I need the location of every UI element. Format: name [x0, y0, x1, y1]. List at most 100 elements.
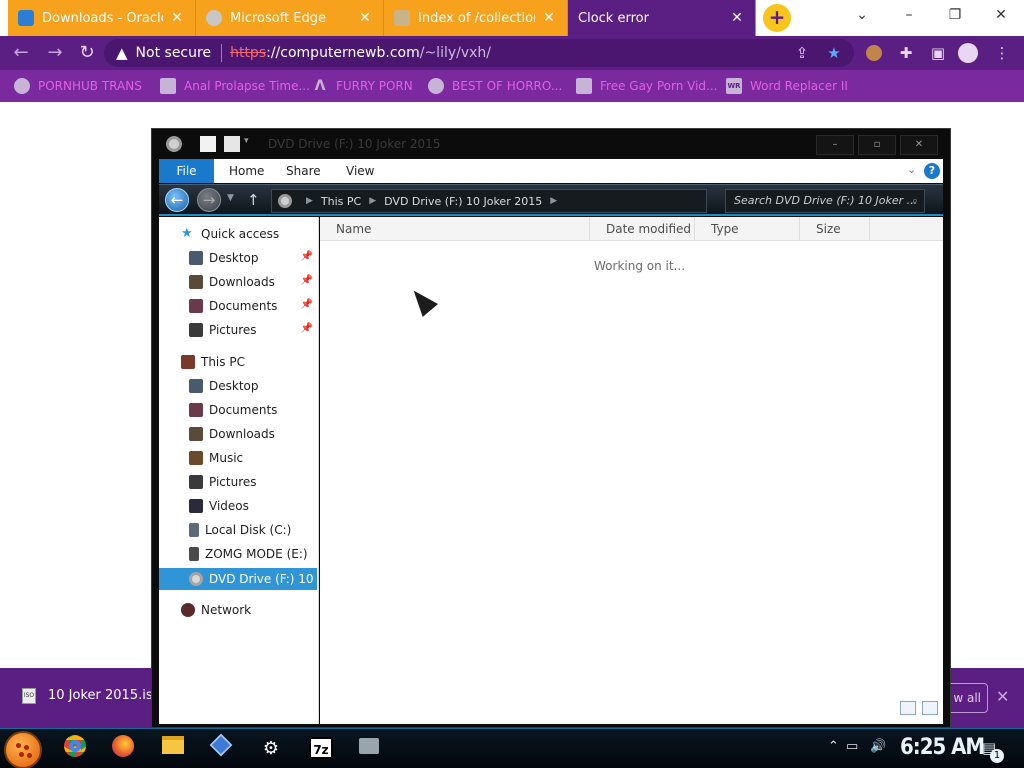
maximize-button[interactable]: ▫: [858, 135, 896, 155]
close-window-icon[interactable]: ✕: [979, 0, 1023, 30]
close-tab-icon[interactable]: ✕: [169, 10, 185, 26]
restore-icon[interactable]: ❐: [933, 0, 977, 30]
tab-file[interactable]: File: [159, 159, 214, 183]
tab-share[interactable]: Share: [286, 159, 321, 183]
close-tab-icon[interactable]: ✕: [541, 10, 557, 26]
breadcrumb-dvd-drive[interactable]: DVD Drive (F:) 10 Joker 2015: [384, 195, 542, 208]
nav-quick-pictures[interactable]: Pictures 📌: [159, 319, 317, 341]
breadcrumb-arrow-icon[interactable]: ▶: [369, 196, 376, 206]
customize-qat-chevron-icon[interactable]: ▾: [244, 136, 260, 152]
nav-quick-desktop[interactable]: Desktop 📌: [159, 247, 317, 269]
close-shelf-icon[interactable]: ✕: [996, 687, 1009, 706]
bookmark-star-icon[interactable]: ★: [824, 43, 844, 63]
volume-icon[interactable]: 🔊: [870, 739, 886, 754]
nav-this-pc[interactable]: This PC: [159, 351, 317, 373]
nav-quick-downloads[interactable]: Downloads 📌: [159, 271, 317, 293]
pin-icon[interactable]: 📌: [301, 323, 313, 334]
pin-icon[interactable]: 📌: [301, 299, 313, 310]
share-icon[interactable]: ⇪: [792, 43, 812, 63]
forward-arrow-icon[interactable]: →: [42, 40, 68, 66]
nav-pc-local-disk[interactable]: Local Disk (C:): [159, 519, 317, 541]
navigation-pane: ★ Quick access Desktop 📌 Downloads 📌 Doc…: [159, 217, 319, 724]
side-panel-icon[interactable]: ▣: [928, 43, 948, 63]
virtualbox-icon[interactable]: [206, 733, 236, 763]
tab-index-of-collection[interactable]: Index of /collection/ ✕: [384, 0, 568, 36]
breadcrumb-arrow-icon[interactable]: ▶: [550, 196, 557, 206]
network-status-icon[interactable]: ▭: [846, 739, 858, 754]
new-folder-icon[interactable]: [224, 136, 240, 152]
tab-microsoft-edge[interactable]: Microsoft Edge ✕: [196, 0, 384, 36]
7zip-icon[interactable]: 7z: [306, 735, 336, 763]
minimize-button[interactable]: –: [816, 135, 854, 155]
warning-triangle-icon[interactable]: ▲: [116, 44, 128, 62]
nav-pc-desktop[interactable]: Desktop: [159, 375, 317, 397]
nav-pc-music[interactable]: Music: [159, 447, 317, 469]
bookmark-item[interactable]: Λ FURRY PORN: [312, 77, 413, 95]
download-file-name[interactable]: 10 Joker 2015.iso: [48, 688, 161, 703]
nav-network[interactable]: Network: [159, 599, 317, 621]
pin-icon[interactable]: 📌: [301, 251, 313, 262]
menu-dots-icon[interactable]: ⋮: [992, 43, 1012, 63]
profile-icon[interactable]: [958, 43, 978, 63]
firefox-icon[interactable]: [108, 735, 138, 763]
column-header-type[interactable]: Type: [695, 217, 800, 241]
column-header-date-modified[interactable]: Date modified: [590, 217, 695, 241]
nav-quick-access[interactable]: ★ Quick access: [159, 223, 317, 245]
nav-quick-documents[interactable]: Documents 📌: [159, 295, 317, 317]
breadcrumb-this-pc[interactable]: This PC: [321, 195, 361, 208]
nav-pc-dvd-drive[interactable]: DVD Drive (F:) 10: [159, 568, 317, 590]
security-status[interactable]: Not secure: [136, 45, 212, 61]
tab-clock-error[interactable]: Clock error ✕: [568, 0, 756, 36]
bookmark-item[interactable]: BEST OF HORRO...: [428, 77, 562, 95]
breadcrumb-arrow-icon[interactable]: ▶: [306, 196, 313, 206]
nav-label: Pictures: [209, 323, 257, 337]
column-header-name[interactable]: Name: [320, 217, 590, 241]
nav-pc-videos[interactable]: Videos: [159, 495, 317, 517]
tab-view[interactable]: View: [346, 159, 374, 183]
chrome-icon[interactable]: [60, 735, 90, 763]
close-tab-icon[interactable]: ✕: [729, 10, 745, 26]
pin-icon[interactable]: 📌: [301, 275, 313, 286]
close-tab-icon[interactable]: ✕: [357, 10, 373, 26]
tab-downloads-oracle[interactable]: Downloads - Oracle VM ✕: [8, 0, 196, 36]
file-explorer-icon[interactable]: [158, 735, 188, 763]
forward-button-icon[interactable]: →: [197, 188, 221, 212]
back-arrow-icon[interactable]: ←: [8, 40, 34, 66]
bookmark-item[interactable]: Anal Prolapse Time...: [160, 77, 310, 95]
search-input[interactable]: Search DVD Drive (F:) 10 Joker ... ⌕: [725, 189, 925, 213]
expand-ribbon-chevron-icon[interactable]: ⌄: [907, 163, 916, 176]
nav-pc-pictures[interactable]: Pictures: [159, 471, 317, 493]
start-button[interactable]: [4, 731, 42, 768]
nav-pc-zomg-mode[interactable]: ZOMG MODE (E:): [159, 543, 317, 565]
url-scheme: https: [230, 45, 267, 61]
up-arrow-icon[interactable]: ↑: [247, 191, 260, 209]
reload-icon[interactable]: ↻: [74, 40, 100, 66]
new-tab-button[interactable]: +: [763, 4, 791, 32]
close-button[interactable]: ✕: [900, 135, 938, 155]
breadcrumb[interactable]: ▶ This PC ▶ DVD Drive (F:) 10 Joker 2015…: [271, 189, 707, 213]
address-bar[interactable]: ▲ Not secure https ://computernewb.com /…: [104, 39, 854, 67]
bookmark-item[interactable]: Free Gay Porn Vid...: [576, 77, 717, 95]
details-view-icon[interactable]: [900, 701, 916, 715]
bookmark-item[interactable]: WR Word Replacer II: [726, 77, 848, 95]
settings-icon[interactable]: ⚙: [256, 735, 286, 763]
nav-pc-documents[interactable]: Documents: [159, 399, 317, 421]
installer-icon[interactable]: [354, 735, 384, 763]
tab-search-chevron-icon[interactable]: ⌄: [840, 0, 884, 30]
properties-icon[interactable]: [200, 136, 216, 152]
taskbar-clock[interactable]: 6:25 AM: [900, 735, 985, 760]
help-icon[interactable]: ?: [924, 163, 940, 179]
window-title-bar[interactable]: ▾ DVD Drive (F:) 10 Joker 2015 – ▫ ✕: [152, 129, 950, 159]
large-icons-view-icon[interactable]: [922, 701, 938, 715]
recent-locations-chevron-icon[interactable]: ▼: [227, 193, 234, 203]
extensions-puzzle-icon[interactable]: ✚: [896, 43, 916, 63]
minimize-icon[interactable]: –: [887, 0, 931, 30]
tab-home[interactable]: Home: [229, 159, 264, 183]
bookmark-item[interactable]: PORNHUB TRANS: [14, 77, 142, 95]
back-button-icon[interactable]: ←: [165, 188, 189, 212]
extension-avatar-icon[interactable]: [864, 43, 884, 63]
nav-pc-downloads[interactable]: Downloads: [159, 423, 317, 445]
column-header-size[interactable]: Size: [800, 217, 870, 241]
search-icon[interactable]: ⌕: [912, 190, 918, 212]
show-hidden-icons-chevron-icon[interactable]: ⌃: [828, 739, 839, 754]
